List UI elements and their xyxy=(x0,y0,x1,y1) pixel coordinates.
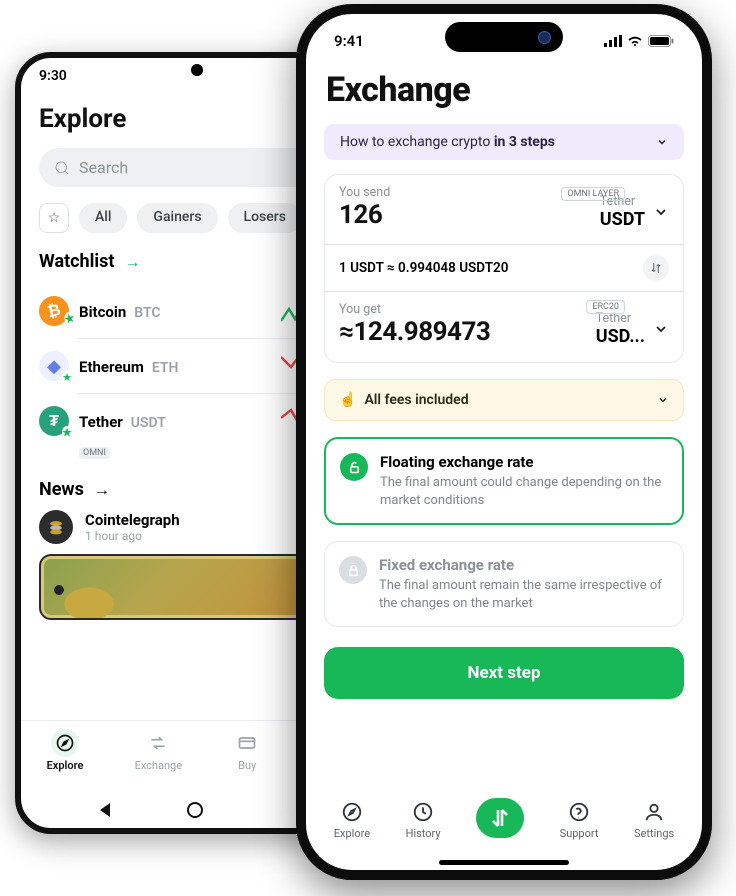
howto-text: How to exchange crypto in 3 steps xyxy=(340,134,555,150)
explore-title: Explore xyxy=(39,104,126,134)
star-icon: ★ xyxy=(63,311,76,326)
next-step-button[interactable]: Next step xyxy=(324,647,684,699)
nav-settings[interactable]: Settings xyxy=(634,801,674,840)
you-get-panel: ERC20 You get ≈124.989473 Tether USD... xyxy=(325,292,683,361)
coins-icon xyxy=(46,517,66,537)
coin-ticker: USDT xyxy=(131,415,166,431)
chip-losers[interactable]: Losers xyxy=(228,203,302,233)
star-icon: ★ xyxy=(62,371,72,384)
fixed-title: Fixed exchange rate xyxy=(379,556,669,574)
chip-star[interactable]: ☆ xyxy=(39,203,69,233)
cellular-icon xyxy=(604,35,622,47)
ios-time: 9:41 xyxy=(334,32,364,50)
arrow-right-icon: → xyxy=(125,252,141,272)
news-avatar xyxy=(39,510,73,544)
nav-support[interactable]: Support xyxy=(560,801,599,840)
you-send-panel: OMNI LAYER You send 126 Tether USDT xyxy=(325,175,683,245)
back-softkey[interactable] xyxy=(100,803,110,817)
fees-banner[interactable]: ☝️ All fees included xyxy=(324,379,684,421)
search-icon xyxy=(53,159,71,177)
fixed-desc: The final amount remain the same irrespe… xyxy=(379,577,669,612)
swap-direction-button[interactable] xyxy=(643,255,669,281)
watchlist-heading: Watchlist xyxy=(39,251,115,272)
tether-icon: ₮ ★ xyxy=(39,406,69,436)
get-token-selector[interactable]: Tether USD... xyxy=(596,311,669,347)
get-amount: ≈124.989473 xyxy=(339,317,490,347)
coin-name: Ethereum xyxy=(79,358,144,376)
nav-buy[interactable]: Buy xyxy=(233,729,261,772)
wifi-icon xyxy=(627,35,643,47)
nav-explore[interactable]: Explore xyxy=(47,729,84,772)
chain-badge: ERC20 xyxy=(586,300,625,314)
user-icon xyxy=(643,801,665,823)
bitcoin-icon: ₿ ★ xyxy=(36,293,73,330)
unlock-icon xyxy=(340,453,368,481)
chevron-down-icon xyxy=(657,394,669,406)
floating-rate-card[interactable]: Floating exchange rate The final amount … xyxy=(324,437,684,525)
swap-icon xyxy=(148,733,168,753)
rate-text: 1 USDT ≈ 0.994048 USDT20 xyxy=(339,260,508,276)
nav-explore[interactable]: Explore xyxy=(334,801,370,840)
coin-ticker: ETH xyxy=(152,360,179,376)
chevron-down-icon xyxy=(653,321,669,337)
howto-banner[interactable]: How to exchange crypto in 3 steps xyxy=(324,124,684,160)
ios-bottom-nav: Explore History Support Settings xyxy=(306,790,702,850)
home-softkey[interactable] xyxy=(187,802,203,818)
lock-icon xyxy=(339,556,367,584)
coin-ticker: BTC xyxy=(134,305,160,321)
android-time: 9:30 xyxy=(39,68,67,84)
chevron-down-icon xyxy=(653,204,669,220)
ios-home-indicator[interactable] xyxy=(439,860,569,865)
send-label: You send xyxy=(339,185,390,200)
star-icon: ★ xyxy=(62,426,72,439)
chip-all[interactable]: All xyxy=(79,203,127,233)
android-camera-hole xyxy=(191,64,203,76)
clock-icon xyxy=(412,801,434,823)
exchange-form: OMNI LAYER You send 126 Tether USDT 1 US… xyxy=(324,174,684,363)
ios-phone-frame: 9:41 Exchange How to exchange crypto in … xyxy=(296,4,712,880)
ethereum-icon: ◆ ★ xyxy=(39,351,69,381)
nav-exchange-fab[interactable] xyxy=(476,798,524,842)
exchange-title: Exchange xyxy=(326,70,682,110)
get-label: You get xyxy=(339,302,490,317)
swap-icon xyxy=(488,806,512,830)
coin-name: Tether xyxy=(79,413,123,431)
news-time: 1 hour ago xyxy=(85,529,180,543)
search-placeholder: Search xyxy=(79,158,128,177)
coin-name: Bitcoin xyxy=(79,303,126,321)
arrow-right-icon: → xyxy=(94,480,110,500)
pointing-up-icon: ☝️ xyxy=(339,392,356,408)
card-icon xyxy=(237,733,257,753)
rate-row: 1 USDT ≈ 0.994048 USDT20 xyxy=(325,245,683,292)
nav-exchange[interactable]: Exchange xyxy=(135,729,183,772)
chevron-down-icon xyxy=(656,136,668,148)
dynamic-island xyxy=(445,22,563,52)
news-heading: News xyxy=(39,479,84,500)
chip-gainers[interactable]: Gainers xyxy=(137,203,217,233)
swap-vertical-icon xyxy=(649,261,663,275)
compass-icon xyxy=(341,801,363,823)
nav-history[interactable]: History xyxy=(406,801,441,840)
chain-badge: OMNI LAYER xyxy=(561,187,625,201)
news-source: Cointelegraph xyxy=(85,511,180,529)
fees-text: All fees included xyxy=(364,392,468,408)
chat-icon xyxy=(568,801,590,823)
floating-title: Floating exchange rate xyxy=(380,453,668,471)
send-amount-input[interactable]: 126 xyxy=(339,200,390,230)
battery-icon xyxy=(648,35,674,47)
compass-icon xyxy=(55,733,75,753)
fixed-rate-card[interactable]: Fixed exchange rate The final amount rem… xyxy=(324,541,684,627)
floating-desc: The final amount could change depending … xyxy=(380,474,668,509)
chain-badge: OMNI xyxy=(79,447,110,459)
